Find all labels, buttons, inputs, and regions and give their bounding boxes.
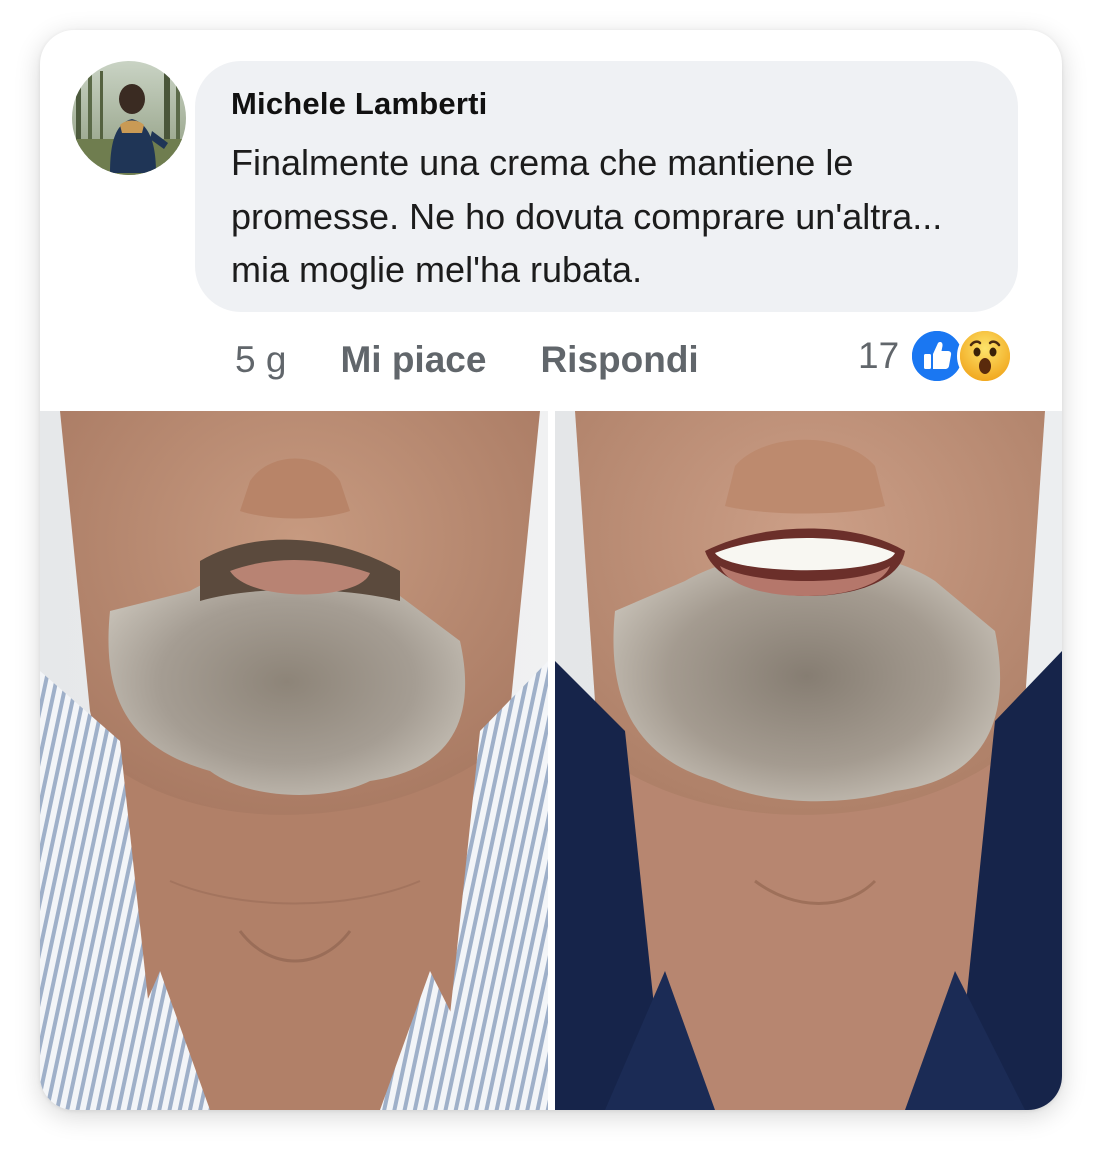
- comment-author[interactable]: Michele Lamberti: [231, 86, 487, 122]
- wow-icon: [957, 328, 1014, 384]
- like-button[interactable]: Mi piace: [340, 339, 486, 381]
- comment-actions: 5 g Mi piace Rispondi: [235, 330, 753, 390]
- avatar[interactable]: [72, 61, 186, 175]
- reactions-summary[interactable]: 17: [858, 325, 1014, 387]
- reaction-count: 17: [858, 335, 900, 376]
- after-photo[interactable]: [555, 411, 1062, 1110]
- comment-card: Michele Lamberti Finalmente una crema ch…: [40, 30, 1062, 1110]
- photo-divider: [548, 411, 555, 1110]
- reply-button[interactable]: Rispondi: [540, 339, 698, 381]
- before-photo[interactable]: [40, 411, 548, 1110]
- comment-timestamp[interactable]: 5 g: [235, 339, 286, 381]
- comment-text: Finalmente una crema che mantiene le pro…: [231, 142, 943, 290]
